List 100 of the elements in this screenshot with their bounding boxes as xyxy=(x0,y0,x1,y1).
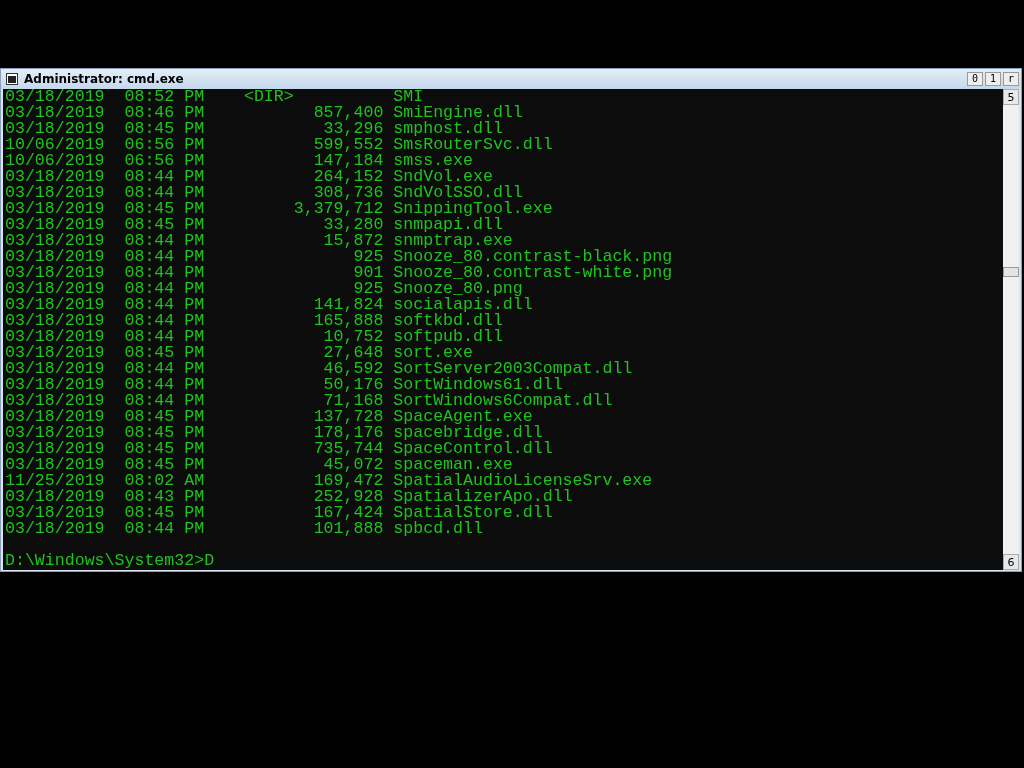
directory-tag: <DIR> xyxy=(243,89,294,105)
file-time: 08:44 xyxy=(124,329,176,345)
file-name: softpub.dll xyxy=(393,329,503,345)
file-time: 08:44 xyxy=(124,297,176,313)
file-name: sort.exe xyxy=(393,345,473,361)
close-button[interactable]: r xyxy=(1003,72,1019,86)
file-date: 03/18/2019 xyxy=(5,489,106,505)
file-date: 03/18/2019 xyxy=(5,297,106,313)
file-date: 03/18/2019 xyxy=(5,201,106,217)
minimize-button[interactable]: 0 xyxy=(967,72,983,86)
file-date: 10/06/2019 xyxy=(5,153,106,169)
file-time: 08:44 xyxy=(124,265,176,281)
file-meridiem: PM xyxy=(184,377,206,393)
file-name: SmsRouterSvc.dll xyxy=(393,137,553,153)
file-date: 03/18/2019 xyxy=(5,249,106,265)
file-name: SpatialAudioLicenseSrv.exe xyxy=(393,473,653,489)
file-meridiem: PM xyxy=(184,137,206,153)
file-size: 857,400 xyxy=(312,105,384,121)
file-name: SortWindows61.dll xyxy=(393,377,563,393)
file-name: spacebridge.dll xyxy=(393,425,543,441)
file-meridiem: PM xyxy=(184,281,206,297)
file-name: Snooze_80.contrast-black.png xyxy=(393,249,673,265)
file-time: 08:45 xyxy=(124,121,176,137)
file-date: 03/18/2019 xyxy=(5,409,106,425)
file-size: 252,928 xyxy=(312,489,384,505)
file-name: spbcd.dll xyxy=(393,521,483,537)
file-time: 08:44 xyxy=(124,185,176,201)
file-name: SortServer2003Compat.dll xyxy=(393,361,633,377)
file-size: 308,736 xyxy=(312,185,384,201)
file-meridiem: PM xyxy=(184,121,206,137)
file-time: 08:46 xyxy=(124,105,176,121)
file-time: 08:45 xyxy=(124,201,176,217)
file-name: SnippingTool.exe xyxy=(393,201,553,217)
file-size: 50,176 xyxy=(322,377,384,393)
file-date: 03/18/2019 xyxy=(5,169,106,185)
file-time: 08:44 xyxy=(124,393,176,409)
file-date: 03/18/2019 xyxy=(5,457,106,473)
file-date: 10/06/2019 xyxy=(5,137,106,153)
window-title: Administrator: cmd.exe xyxy=(24,72,185,86)
file-name: snmpapi.dll xyxy=(393,217,503,233)
file-name: SpatializerApo.dll xyxy=(393,489,573,505)
file-size: 178,176 xyxy=(312,425,384,441)
file-size: 901 xyxy=(352,265,384,281)
file-time: 08:45 xyxy=(124,505,176,521)
file-meridiem: AM xyxy=(184,473,206,489)
file-name: SpaceControl.dll xyxy=(393,441,553,457)
file-date: 03/18/2019 xyxy=(5,281,106,297)
file-meridiem: PM xyxy=(184,169,206,185)
file-time: 08:02 xyxy=(124,473,176,489)
file-size: 264,152 xyxy=(312,169,384,185)
console-icon xyxy=(6,73,18,85)
file-meridiem: PM xyxy=(184,249,206,265)
maximize-button[interactable]: 1 xyxy=(985,72,1001,86)
file-name: smphost.dll xyxy=(393,121,503,137)
file-size: 167,424 xyxy=(312,505,384,521)
file-size: 169,472 xyxy=(312,473,384,489)
file-meridiem: PM xyxy=(184,441,206,457)
file-time: 08:43 xyxy=(124,489,176,505)
file-meridiem: PM xyxy=(184,457,206,473)
file-name: SndVol.exe xyxy=(393,169,493,185)
scroll-down-button[interactable]: 6 xyxy=(1003,554,1019,570)
file-time: 08:45 xyxy=(124,217,176,233)
file-size: 46,592 xyxy=(322,361,384,377)
file-size: 45,072 xyxy=(323,457,384,473)
file-meridiem: PM xyxy=(184,329,206,345)
file-meridiem: PM xyxy=(184,297,206,313)
file-date: 03/18/2019 xyxy=(5,185,106,201)
file-size: 925 xyxy=(353,249,384,265)
file-time: 08:45 xyxy=(124,345,176,361)
file-meridiem: PM xyxy=(184,489,206,505)
scroll-thumb[interactable] xyxy=(1003,267,1019,277)
file-meridiem: PM xyxy=(184,409,206,425)
file-name: SmiEngine.dll xyxy=(393,105,523,121)
file-size: 735,744 xyxy=(312,441,384,457)
file-date: 03/18/2019 xyxy=(5,441,106,457)
file-meridiem: PM xyxy=(184,89,206,105)
file-date: 03/18/2019 xyxy=(5,345,106,361)
file-date: 03/18/2019 xyxy=(5,329,106,345)
file-name: softkbd.dll xyxy=(393,313,503,329)
file-meridiem: PM xyxy=(184,233,206,249)
scroll-up-button[interactable]: 5 xyxy=(1003,89,1019,105)
file-date: 03/18/2019 xyxy=(5,377,106,393)
file-date: 03/18/2019 xyxy=(5,89,106,105)
file-size: 33,296 xyxy=(323,121,384,137)
file-size: 147,184 xyxy=(312,153,384,169)
file-time: 08:45 xyxy=(124,425,176,441)
file-time: 08:44 xyxy=(124,377,176,393)
file-meridiem: PM xyxy=(184,105,206,121)
file-date: 03/18/2019 xyxy=(5,265,106,281)
file-name: SortWindows6Compat.dll xyxy=(393,393,613,409)
file-date: 03/18/2019 xyxy=(5,233,106,249)
file-date: 11/25/2019 xyxy=(5,473,106,489)
file-time: 08:45 xyxy=(124,441,176,457)
scrollbar[interactable]: 5 6 xyxy=(1003,89,1019,570)
file-name: snmptrap.exe xyxy=(393,233,513,249)
file-meridiem: PM xyxy=(184,521,206,537)
file-date: 03/18/2019 xyxy=(5,521,106,537)
file-size: 15,872 xyxy=(322,233,384,249)
file-time: 08:44 xyxy=(124,281,176,297)
file-name: socialapis.dll xyxy=(393,297,533,313)
